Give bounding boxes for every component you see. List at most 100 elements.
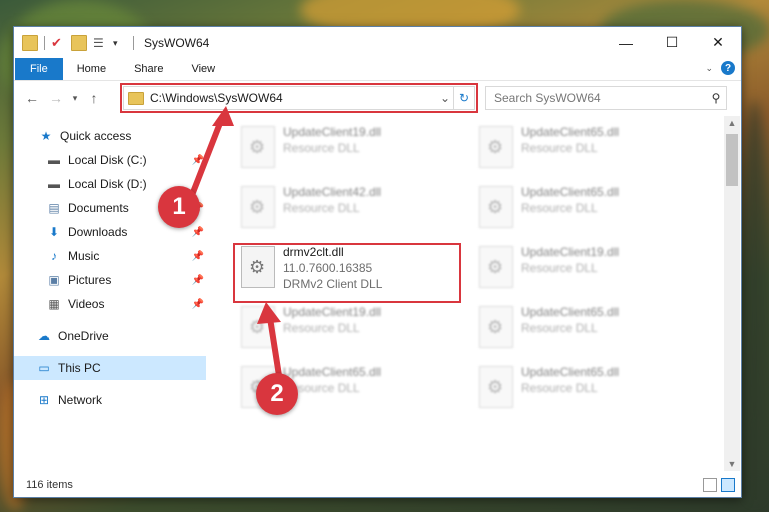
dll-file-icon <box>241 126 275 168</box>
up-arrow-icon[interactable]: ↑ <box>82 90 106 106</box>
sidebar-item-label: Music <box>68 249 100 263</box>
search-placeholder: Search SysWOW64 <box>494 91 601 105</box>
sidebar-item-network[interactable]: ⊞ Network <box>14 388 206 412</box>
sidebar-item-label: Documents <box>68 201 129 215</box>
scroll-down-icon[interactable]: ▼ <box>724 459 740 469</box>
pin-icon[interactable]: 📌 <box>192 155 204 166</box>
sidebar-item-label: OneDrive <box>58 329 109 343</box>
help-icon[interactable]: ? <box>721 61 735 75</box>
address-highlight-box <box>120 83 478 113</box>
file-list: UpdateClient19.dll Resource DLL UpdateCli… <box>207 116 724 471</box>
sidebar-item-pictures[interactable]: ▣ Pictures 📌 <box>14 268 206 292</box>
new-folder-icon[interactable] <box>71 34 87 51</box>
sidebar-item-quick-access[interactable]: ★ Quick access <box>14 124 206 148</box>
sidebar-item-music[interactable]: ♪ Music 📌 <box>14 244 206 268</box>
pin-icon[interactable]: 📌 <box>192 251 204 262</box>
sidebar-item-label: Quick access <box>60 129 132 143</box>
status-bar: 116 items <box>14 474 741 496</box>
drive-icon: ▬ <box>48 177 60 191</box>
quick-access-toolbar: ✔ ☰ ▾ <box>14 34 134 51</box>
file-name: UpdateClient42.dll <box>283 185 382 199</box>
file-name: UpdateClient65.dll <box>521 125 620 139</box>
file-highlight-box <box>233 243 461 303</box>
file-item[interactable]: UpdateClient65.dll Resource DLL <box>473 362 703 418</box>
dll-file-icon <box>241 186 275 228</box>
dll-file-icon <box>479 246 513 288</box>
dll-file-icon <box>241 306 275 348</box>
dll-file-icon <box>479 126 513 168</box>
item-count: 116 items <box>26 479 73 491</box>
details-view-icon[interactable] <box>703 478 717 492</box>
sidebar-item-videos[interactable]: ▦ Videos 📌 <box>14 292 206 316</box>
tab-file[interactable]: File <box>15 58 63 80</box>
folder-icon <box>22 34 38 51</box>
divider <box>133 35 134 50</box>
file-item[interactable]: UpdateClient65.dll Resource DLL <box>473 122 703 178</box>
file-item[interactable]: UpdateClient65.dll Resource DLL <box>473 302 703 358</box>
tiles-view-icon[interactable] <box>721 478 735 492</box>
step-1-callout: 1 <box>158 186 200 228</box>
sidebar-item-label: Network <box>58 393 103 407</box>
ribbon-right: ⌄ ? <box>705 61 735 75</box>
tab-share[interactable]: Share <box>120 58 177 80</box>
pin-icon[interactable]: 📌 <box>192 299 204 310</box>
videos-icon: ▦ <box>48 297 60 311</box>
navigation-bar: ← → ▾ ↑ C:\Windows\SysWOW64 ⌄ ↻ Search S… <box>14 81 741 115</box>
file-name: UpdateClient65.dll <box>521 365 620 379</box>
properties-check-icon[interactable]: ✔ <box>51 35 65 50</box>
network-icon: ⊞ <box>38 393 50 407</box>
back-arrow-icon[interactable]: ← <box>20 90 44 106</box>
sidebar-item-label: This PC <box>58 361 101 375</box>
file-type: Resource DLL <box>521 141 598 155</box>
file-name: UpdateClient65.dll <box>521 185 620 199</box>
close-button[interactable]: ✕ <box>695 27 741 58</box>
navigation-pane: ★ Quick access ▬ Local Disk (C:) 📌 ▬ Loc… <box>14 116 206 471</box>
title-bar: ✔ ☰ ▾ SysWOW64 — ☐ ✕ <box>14 27 741 58</box>
file-item[interactable]: UpdateClient65.dll Resource DLL <box>473 182 703 238</box>
documents-icon: ▤ <box>48 201 60 215</box>
sidebar-item-local-disk-c[interactable]: ▬ Local Disk (C:) 📌 <box>14 148 206 172</box>
file-type: Resource DLL <box>283 201 360 215</box>
scrollbar-thumb[interactable] <box>726 134 738 186</box>
file-type: Resource DLL <box>521 381 598 395</box>
file-name: UpdateClient19.dll <box>521 245 620 259</box>
minimize-button[interactable]: — <box>603 27 649 58</box>
file-item[interactable]: UpdateClient19.dll Resource DLL <box>235 302 465 358</box>
cloud-icon: ☁ <box>38 329 50 343</box>
file-name: UpdateClient19.dll <box>283 125 382 139</box>
search-input[interactable]: Search SysWOW64 ⚲ <box>485 86 727 110</box>
scroll-up-icon[interactable]: ▲ <box>724 118 740 128</box>
file-type: Resource DLL <box>283 141 360 155</box>
tab-view[interactable]: View <box>177 58 229 80</box>
view-details-icon[interactable]: ☰ <box>93 36 107 50</box>
view-toggle <box>703 478 735 492</box>
file-name: UpdateClient65.dll <box>283 365 382 379</box>
expand-ribbon-icon[interactable]: ⌄ <box>705 63 713 74</box>
recent-locations-icon[interactable]: ▾ <box>68 93 82 104</box>
pin-icon[interactable]: 📌 <box>192 227 204 238</box>
sidebar-item-label: Pictures <box>68 273 112 287</box>
pictures-icon: ▣ <box>48 273 60 287</box>
dll-file-icon <box>479 186 513 228</box>
forward-arrow-icon[interactable]: → <box>44 90 68 106</box>
explorer-window: ✔ ☰ ▾ SysWOW64 — ☐ ✕ File Home Share Vie… <box>13 26 742 498</box>
file-item[interactable]: UpdateClient19.dll Resource DLL <box>473 242 703 298</box>
file-type: Resource DLL <box>521 321 598 335</box>
sidebar-item-this-pc[interactable]: ▭ This PC <box>14 356 206 380</box>
sidebar-item-onedrive[interactable]: ☁ OneDrive <box>14 324 206 348</box>
maximize-button[interactable]: ☐ <box>649 27 695 58</box>
customize-toolbar-icon[interactable]: ▾ <box>113 36 127 50</box>
file-item[interactable]: UpdateClient42.dll Resource DLL <box>235 182 465 238</box>
star-icon: ★ <box>40 129 52 143</box>
ribbon-tabs: File Home Share View ⌄ ? <box>14 58 741 81</box>
sidebar-item-label: Downloads <box>68 225 128 239</box>
file-item[interactable]: UpdateClient19.dll Resource DLL <box>235 122 465 178</box>
sidebar-item-label: Local Disk (D:) <box>68 177 147 191</box>
step-2-callout: 2 <box>256 373 298 415</box>
pin-icon[interactable]: 📌 <box>192 275 204 286</box>
drive-icon: ▬ <box>48 153 60 167</box>
background-foliage <box>740 100 769 500</box>
vertical-scrollbar[interactable]: ▲ ▼ <box>724 116 740 471</box>
sidebar-item-label: Videos <box>68 297 105 311</box>
tab-home[interactable]: Home <box>63 58 120 80</box>
